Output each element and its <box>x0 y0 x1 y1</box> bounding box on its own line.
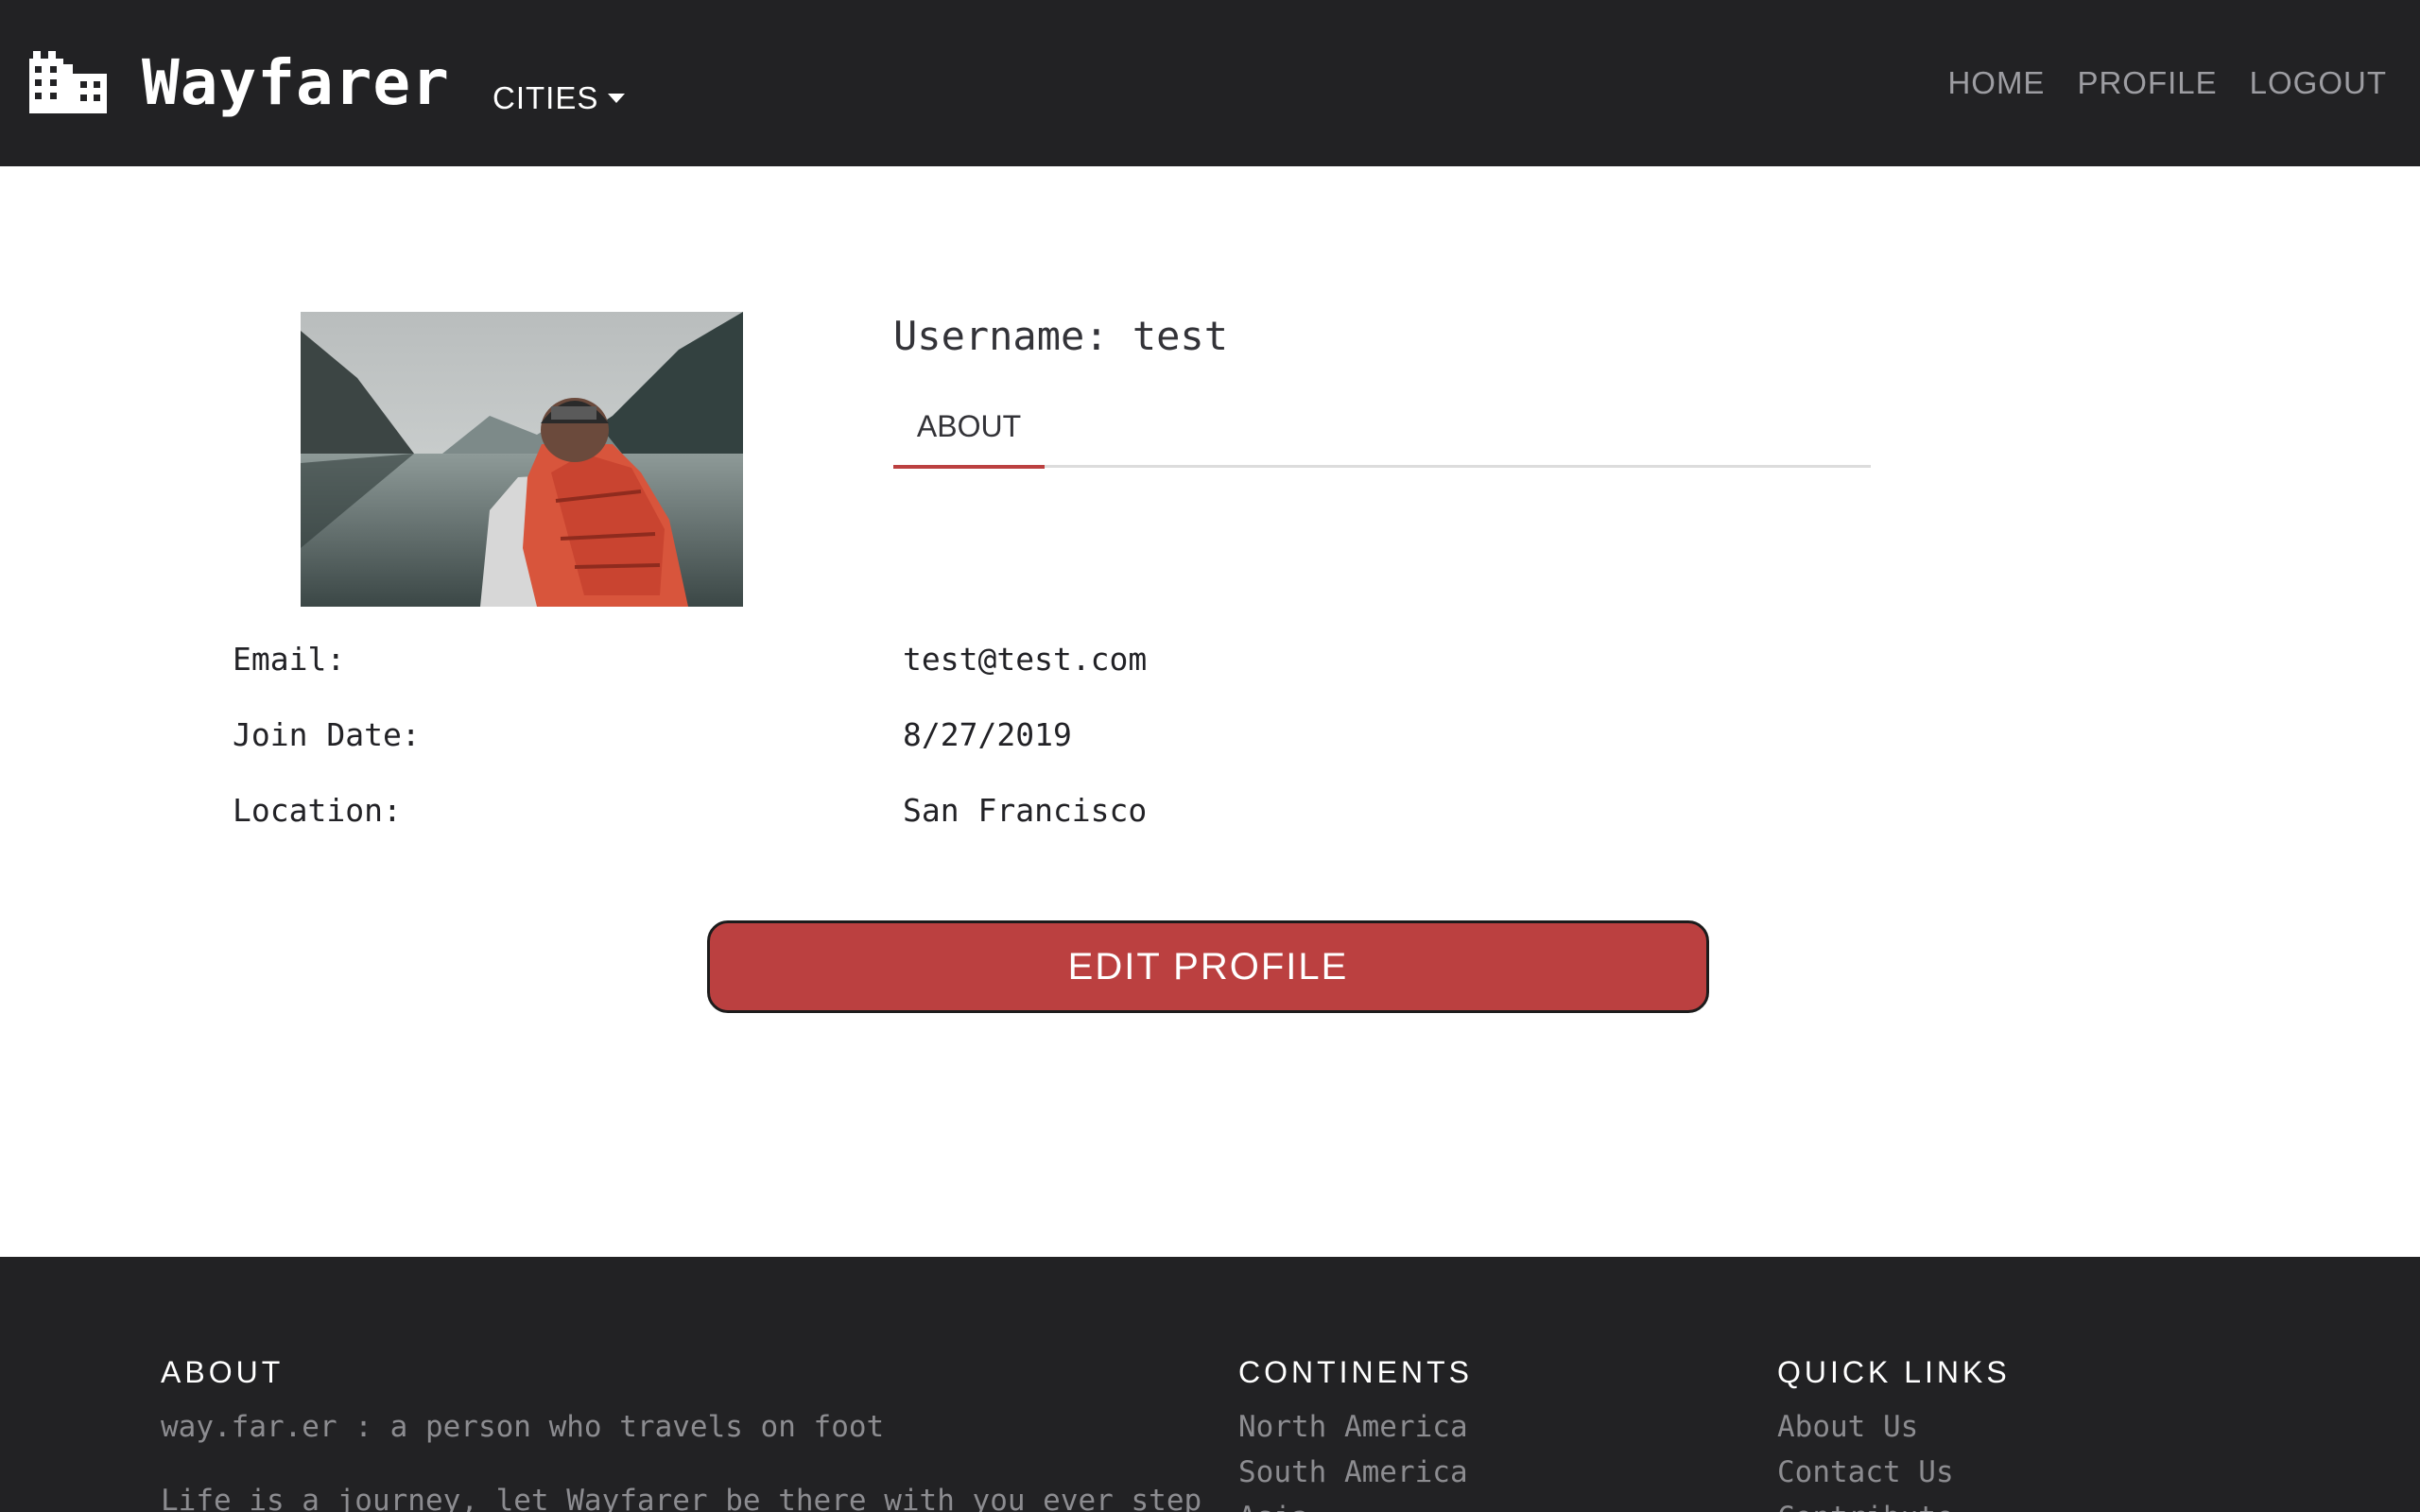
footer-about-heading: ABOUT <box>161 1355 285 1389</box>
nav-home-link[interactable]: HOME <box>1947 60 2045 106</box>
footer-continents-heading: CONTINENTS <box>1238 1355 1473 1389</box>
join-date-label: Join Date: <box>233 716 421 753</box>
profile-tabs: ABOUT <box>893 397 1871 469</box>
quick-link-about-us[interactable]: About Us <box>1777 1406 1918 1448</box>
quick-link-contact-us[interactable]: Contact Us <box>1777 1452 1954 1493</box>
cities-label: CITIES <box>493 80 599 115</box>
location-value: San Francisco <box>903 792 1148 829</box>
nav-links: HOME PROFILE LOGOUT <box>1947 60 2387 106</box>
nav-logout-link[interactable]: LOGOUT <box>2250 60 2387 106</box>
continent-link-north-america[interactable]: North America <box>1238 1406 1468 1448</box>
profile-photo <box>301 312 743 607</box>
continent-link-asia[interactable]: Asia <box>1238 1497 1309 1512</box>
nav-profile-link[interactable]: PROFILE <box>2077 60 2217 106</box>
username-heading: Username: test <box>893 313 1229 359</box>
navbar: Wayfarer CITIES HOME PROFILE LOGOUT <box>0 0 2420 166</box>
join-date-value: 8/27/2019 <box>903 716 1072 753</box>
brand-name[interactable]: Wayfarer <box>142 38 450 129</box>
cities-dropdown[interactable]: CITIES <box>493 74 626 123</box>
email-value: test@test.com <box>903 641 1148 678</box>
footer-about-body: Life is a journey, let Wayfarer be there… <box>161 1484 1202 1512</box>
footer-tagline: way.far.er : a person who travels on foo… <box>161 1410 885 1444</box>
city-icon[interactable] <box>29 51 107 113</box>
footer: ABOUT way.far.er : a person who travels … <box>0 1257 2420 1512</box>
quick-link-contribute[interactable]: Contribute <box>1777 1497 1954 1512</box>
continent-link-south-america[interactable]: South America <box>1238 1452 1468 1493</box>
location-label: Location: <box>233 792 402 829</box>
caret-down-icon <box>608 94 626 103</box>
footer-quick-links-heading: QUICK LINKS <box>1777 1355 2011 1389</box>
edit-profile-button[interactable]: EDIT PROFILE <box>707 920 1709 1013</box>
tab-about[interactable]: ABOUT <box>893 397 1045 469</box>
email-label: Email: <box>233 641 346 678</box>
